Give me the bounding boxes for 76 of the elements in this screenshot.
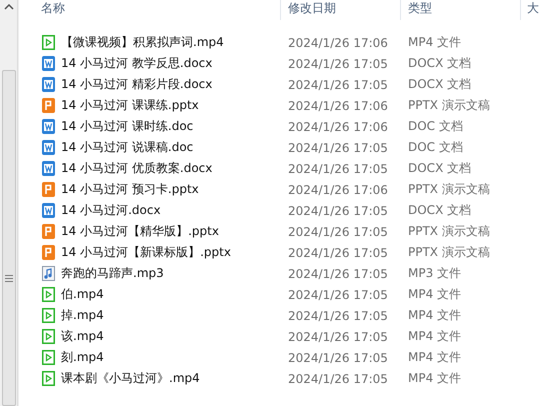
play-file-icon <box>42 371 55 386</box>
column-header[interactable]: 大 <box>521 0 541 20</box>
file-type: MP4 文件 <box>407 34 462 51</box>
file-type: MP4 文件 <box>407 349 462 366</box>
modified-date: 2024/1/26 17:05 <box>287 308 389 322</box>
file-name[interactable]: 课本剧《小马过河》.mp4 <box>61 370 200 387</box>
modified-date: 2024/1/26 17:05 <box>287 350 389 364</box>
document-icon <box>42 140 55 155</box>
file-type: DOC 文档 <box>407 118 464 135</box>
file-type: DOCX 文档 <box>407 76 472 93</box>
scrollbar-thumb[interactable] <box>2 70 16 406</box>
play-file-icon <box>42 350 55 365</box>
modified-date: 2024/1/26 17:06 <box>287 98 389 112</box>
modified-date: 2024/1/26 17:05 <box>287 224 389 238</box>
document-icon <box>42 77 55 92</box>
file-name[interactable]: 14 小马过河 预习卡.pptx <box>61 181 199 198</box>
file-name[interactable]: 该.mp4 <box>61 328 104 345</box>
play-file-icon <box>42 329 55 344</box>
modified-date: 2024/1/26 17:06 <box>287 182 389 196</box>
modified-date: 2024/1/26 17:06 <box>287 120 389 134</box>
file-type: DOCX 文档 <box>407 202 472 219</box>
audio-file-icon <box>42 266 55 281</box>
file-type: PPTX 演示文稿 <box>407 181 491 198</box>
document-icon <box>42 161 55 176</box>
modified-date: 2024/1/26 17:06 <box>287 36 389 50</box>
modified-date: 2024/1/26 17:05 <box>287 372 389 386</box>
file-type: PPTX 演示文稿 <box>407 223 491 240</box>
modified-date: 2024/1/26 17:05 <box>287 56 389 70</box>
file-name[interactable]: 14 小马过河 精彩片段.docx <box>61 76 212 93</box>
scrollbar[interactable] <box>0 0 18 406</box>
file-name[interactable]: 14 小马过河【新课标版】.pptx <box>61 244 231 261</box>
modified-date: 2024/1/26 17:05 <box>287 266 389 280</box>
file-type: MP4 文件 <box>407 370 462 387</box>
document-icon <box>42 56 55 71</box>
file-name[interactable]: 奔跑的马蹄声.mp3 <box>61 265 164 282</box>
file-name[interactable]: 14 小马过河 优质教案.docx <box>61 160 212 177</box>
modified-date: 2024/1/26 17:05 <box>287 288 389 302</box>
play-file-icon <box>42 35 55 50</box>
scroll-up-icon[interactable] <box>4 4 14 10</box>
presentation-icon <box>42 98 55 113</box>
file-name[interactable]: 14 小马过河 教学反思.docx <box>61 55 212 72</box>
file-name[interactable]: 14 小马过河 课时练.doc <box>61 118 194 135</box>
presentation-icon <box>42 245 55 260</box>
column-header[interactable]: 类型 <box>401 0 521 20</box>
modified-date: 2024/1/26 17:05 <box>287 78 389 92</box>
modified-date: 2024/1/26 17:05 <box>287 162 389 176</box>
document-icon <box>42 203 55 218</box>
file-name[interactable]: 14 小马过河【精华版】.pptx <box>61 223 219 240</box>
file-type: DOCX 文档 <box>407 55 472 72</box>
file-type: PPTX 演示文稿 <box>407 244 491 261</box>
file-type: MP4 文件 <box>407 286 462 303</box>
grip-icon <box>4 274 12 282</box>
play-file-icon <box>42 287 55 302</box>
document-icon <box>42 119 55 134</box>
file-type: DOC 文档 <box>407 139 464 156</box>
column-header[interactable]: 名称 <box>23 0 281 20</box>
modified-date: 2024/1/26 17:05 <box>287 246 389 260</box>
file-name[interactable]: 14 小马过河 课课练.pptx <box>61 97 199 114</box>
presentation-icon <box>42 182 55 197</box>
file-type: PPTX 演示文稿 <box>407 97 491 114</box>
modified-date: 2024/1/26 17:05 <box>287 204 389 218</box>
file-type: MP4 文件 <box>407 328 462 345</box>
file-type: MP3 文件 <box>407 265 462 282</box>
file-type: DOCX 文档 <box>407 160 472 177</box>
file-name[interactable]: 14 小马过河.docx <box>61 202 161 219</box>
column-header[interactable]: 修改日期 <box>281 0 401 20</box>
modified-date: 2024/1/26 17:05 <box>287 330 389 344</box>
modified-date: 2024/1/26 17:05 <box>287 140 389 154</box>
file-name[interactable]: 14 小马过河 说课稿.doc <box>61 139 194 156</box>
presentation-icon <box>42 224 55 239</box>
file-name[interactable]: 【微课视频】积累拟声词.mp4 <box>61 34 224 51</box>
file-name[interactable]: 掉.mp4 <box>61 307 104 324</box>
file-name[interactable]: 刻.mp4 <box>61 349 104 366</box>
file-name[interactable]: 伯.mp4 <box>61 286 104 303</box>
play-file-icon <box>42 308 55 323</box>
file-type: MP4 文件 <box>407 307 462 324</box>
